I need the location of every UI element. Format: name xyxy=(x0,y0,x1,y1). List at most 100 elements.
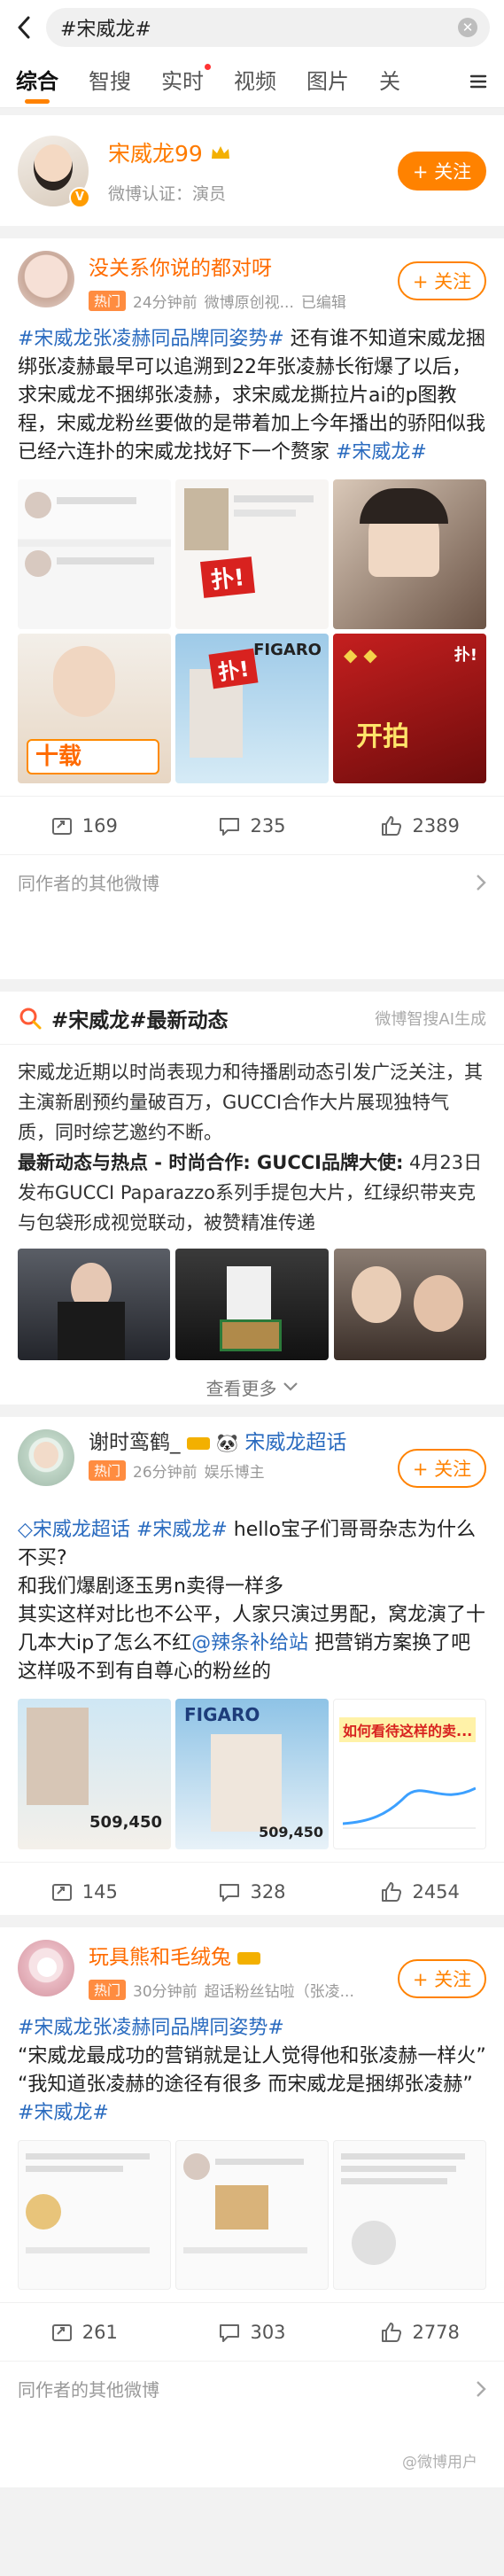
follow-button[interactable]: + 关注 xyxy=(398,151,486,191)
like-count: 2454 xyxy=(412,1880,460,1903)
tab-smart-search[interactable]: 智搜 xyxy=(89,64,131,107)
user-card[interactable]: V 宋威龙99 微博认证：演员 + 关注 xyxy=(0,115,504,226)
repost-button[interactable]: 261 xyxy=(0,2321,168,2344)
image-thumb[interactable]: FIGARO 509,450 xyxy=(175,1699,329,1849)
image-thumb[interactable]: 扑! xyxy=(175,479,329,629)
search-input[interactable]: #宋威龙# ✕ xyxy=(46,8,490,47)
hot-badge: 热门 xyxy=(89,1460,127,1481)
like-button[interactable]: 2778 xyxy=(336,2321,504,2344)
overlay-label: 509,450 xyxy=(89,1813,162,1832)
chevron-right-icon xyxy=(477,874,486,891)
action-bar: 169 235 2389 xyxy=(0,796,504,854)
image-thumb[interactable] xyxy=(333,479,486,629)
comment-icon xyxy=(220,2323,240,2342)
image-thumb[interactable]: 509,450 xyxy=(18,1699,171,1849)
repost-button[interactable]: 145 xyxy=(0,1880,168,1903)
overlay-label: 如何看待这样的卖... xyxy=(339,1717,477,1742)
action-bar: 145 328 2454 xyxy=(0,1862,504,1920)
user-name[interactable]: 宋威龙99 xyxy=(108,136,203,168)
watermark: @微博用户 xyxy=(402,2454,477,2471)
image-thumb[interactable]: 十载 xyxy=(18,634,171,783)
user-cert: 微博认证：演员 xyxy=(108,184,227,204)
image-thumb[interactable] xyxy=(18,479,171,629)
super-topic-link[interactable]: 宋威龙超话 xyxy=(244,1431,346,1454)
topic-link[interactable]: #宋威龙张凌赫同品牌同姿势# xyxy=(18,2017,284,2039)
like-icon xyxy=(382,815,402,836)
comment-count: 235 xyxy=(250,814,286,837)
post-source: 超话粉丝钻啦（张凌... xyxy=(204,1983,354,2001)
comment-button[interactable]: 235 xyxy=(168,814,337,837)
repost-count: 145 xyxy=(81,1880,118,1903)
comment-icon xyxy=(220,1883,240,1902)
avatar[interactable] xyxy=(18,251,74,307)
image-thumb[interactable] xyxy=(175,2140,329,2290)
like-button[interactable]: 2454 xyxy=(336,1880,504,1903)
topic-link[interactable]: #宋威龙# xyxy=(336,441,427,463)
like-count: 2389 xyxy=(412,814,460,837)
post-time: 26分钟前 xyxy=(133,1464,198,1482)
hot-badge: 热门 xyxy=(89,291,127,311)
more-from-author[interactable]: 同作者的其他微博 xyxy=(0,2361,504,2416)
avatar[interactable] xyxy=(18,1429,74,1486)
tab-image[interactable]: 图片 xyxy=(306,64,349,107)
clear-icon[interactable]: ✕ xyxy=(458,18,477,37)
image-grid: 扑! 十载 FIGARO 扑! ◆ ◆ 开拍 扑! xyxy=(18,479,486,783)
image-thumb[interactable] xyxy=(18,2140,171,2290)
repost-count: 261 xyxy=(81,2321,118,2343)
post-text: #宋威龙张凌赫同品牌同姿势# “宋威龙最成功的营销就是让人觉得他和张凌赫一样火”… xyxy=(18,2014,486,2128)
overlay-label: 扑! xyxy=(454,646,477,665)
follow-button[interactable]: + 关注 xyxy=(398,261,486,300)
see-more-label: 查看更多 xyxy=(205,1377,277,1399)
post-2: 谢时鸾鹤_ 🐼 宋威龙超话 热门 26分钟前 娱乐博主 + 关注 ◇宋威龙超话 … xyxy=(0,1417,504,1915)
search-query: #宋威龙# xyxy=(60,19,151,41)
image-thumb[interactable]: ◆ ◆ 开拍 扑! xyxy=(333,634,486,783)
more-from-author-label: 同作者的其他微博 xyxy=(18,2379,159,2401)
image-thumb[interactable] xyxy=(18,1249,171,1360)
post-text: ◇宋威龙超话 #宋威龙# hello宝子们哥哥杂志为什么不买? 和我们爆剧逐玉男… xyxy=(18,1516,486,1686)
back-icon[interactable] xyxy=(14,14,34,41)
topic-link[interactable]: #宋威龙# xyxy=(136,1519,228,1541)
overlay-label: 扑! xyxy=(208,648,259,689)
post-author[interactable]: 谢时鸾鹤_ xyxy=(89,1431,181,1454)
image-thumb[interactable] xyxy=(333,1249,486,1360)
repost-button[interactable]: 169 xyxy=(0,814,168,837)
follow-button[interactable]: + 关注 xyxy=(398,1449,486,1488)
crown-icon xyxy=(211,146,229,159)
ai-body: 宋威龙近期以时尚表现力和待播剧动态引发广泛关注，其主演新剧预约量破百万，GUCC… xyxy=(18,1045,486,1238)
like-button[interactable]: 2389 xyxy=(336,814,504,837)
tab-follow[interactable]: 关 xyxy=(379,64,400,107)
overlay-label: FIGARO xyxy=(253,641,322,659)
hot-badge: 热门 xyxy=(89,1980,127,2000)
tab-video[interactable]: 视频 xyxy=(234,64,276,107)
see-more-button[interactable]: 查看更多 xyxy=(18,1360,486,1413)
comment-button[interactable]: 303 xyxy=(168,2321,337,2344)
comment-button[interactable]: 328 xyxy=(168,1880,337,1903)
avatar[interactable]: V xyxy=(18,135,90,208)
tab-comprehensive[interactable]: 综合 xyxy=(16,64,58,107)
action-bar: 261 303 2778 xyxy=(0,2302,504,2361)
avatar[interactable] xyxy=(18,1940,74,1996)
mention-link[interactable]: @辣条补给站 xyxy=(191,1632,308,1654)
overlay-label: 开拍 xyxy=(356,721,409,752)
tab-realtime[interactable]: 实时 xyxy=(161,64,211,107)
post-author[interactable]: 玩具熊和毛绒兔 xyxy=(89,1946,231,1969)
more-from-author-label: 同作者的其他微博 xyxy=(18,873,159,894)
topic-link[interactable]: #宋威龙张凌赫同品牌同姿势# xyxy=(18,328,284,350)
repost-icon xyxy=(51,817,72,835)
more-from-author[interactable]: 同作者的其他微博 xyxy=(0,854,504,909)
menu-icon[interactable] xyxy=(469,72,488,91)
topic-link[interactable]: #宋威龙# xyxy=(18,2102,109,2124)
new-dot xyxy=(205,64,211,70)
level-icon xyxy=(186,1436,210,1450)
topic-link-label: 宋威龙超话 xyxy=(32,1519,130,1541)
follow-button[interactable]: + 关注 xyxy=(398,1959,486,1998)
image-thumb[interactable] xyxy=(333,2140,486,2290)
ai-title[interactable]: #宋威龙#最新动态 xyxy=(51,1003,229,1033)
image-thumb[interactable]: 如何看待这样的卖... xyxy=(333,1699,486,1849)
image-grid: 509,450 FIGARO 509,450 如何看待这样的卖... xyxy=(18,1699,486,1849)
topic-link[interactable]: ◇宋威龙超话 xyxy=(18,1519,130,1541)
ai-image-grid xyxy=(18,1249,486,1360)
image-thumb[interactable]: FIGARO 扑! xyxy=(175,634,329,783)
image-thumb[interactable] xyxy=(175,1249,329,1360)
post-source: 微博原创视... xyxy=(204,294,294,312)
